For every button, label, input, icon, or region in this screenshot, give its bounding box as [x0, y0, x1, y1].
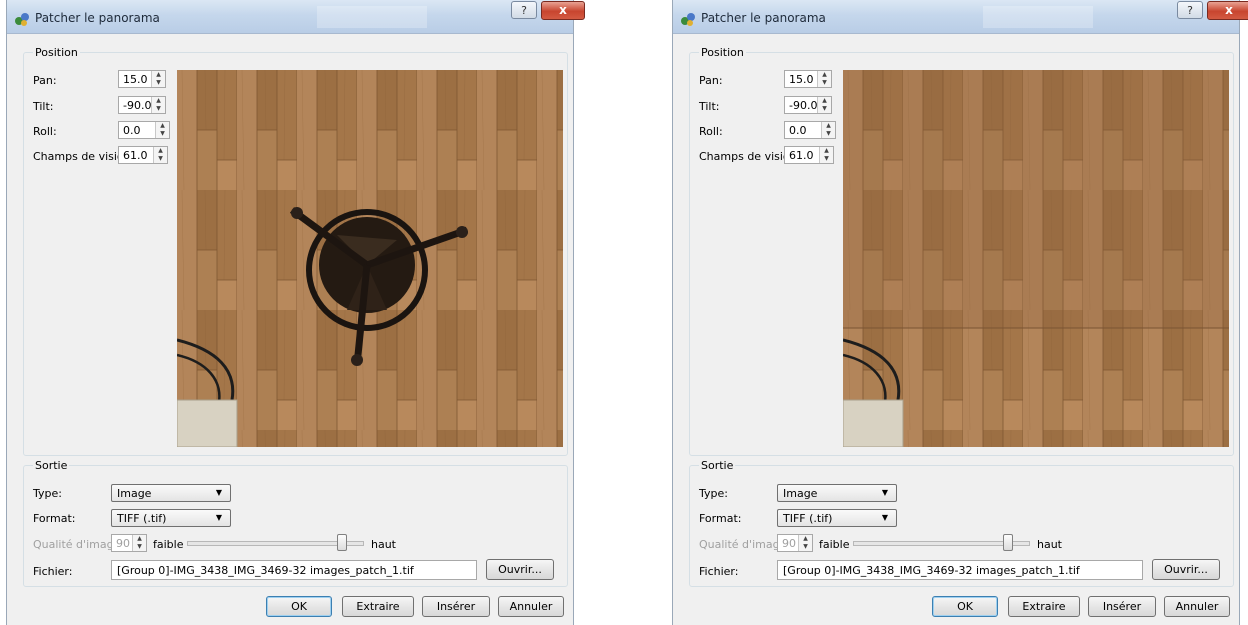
- ok-button[interactable]: OK: [266, 596, 332, 617]
- open-button[interactable]: Ouvrir...: [486, 559, 554, 580]
- app-icon: [681, 13, 695, 26]
- tilt-label: Tilt:: [33, 100, 54, 113]
- type-select[interactable]: Image ▼: [111, 484, 231, 502]
- tilt-spinbox[interactable]: -90.0 ▲ ▼: [784, 96, 832, 114]
- title-bar[interactable]: Patcher le panorama ? x: [673, 0, 1248, 34]
- help-button[interactable]: ?: [511, 1, 537, 19]
- roll-value: 0.0: [789, 124, 807, 137]
- type-label: Type:: [699, 487, 728, 500]
- quality-low-label: faible: [819, 538, 850, 551]
- spin-arrows-icon[interactable]: ▲ ▼: [155, 122, 169, 138]
- extract-button[interactable]: Extraire: [342, 596, 414, 617]
- pan-spinbox[interactable]: 15.0 ▲ ▼: [118, 70, 166, 88]
- open-button[interactable]: Ouvrir...: [1152, 559, 1220, 580]
- file-label: Fichier:: [699, 565, 739, 578]
- chevron-down-icon: ▼: [881, 488, 888, 497]
- format-label: Format:: [699, 512, 742, 525]
- spin-arrows-icon[interactable]: ▲ ▼: [151, 71, 165, 87]
- pan-label: Pan:: [33, 74, 57, 87]
- type-value: Image: [117, 487, 152, 500]
- position-group-title: Position: [699, 46, 746, 59]
- spin-arrows-icon[interactable]: ▲ ▼: [821, 122, 835, 138]
- spin-arrows-icon[interactable]: ▲ ▼: [798, 535, 812, 551]
- roll-spinbox[interactable]: 0.0 ▲ ▼: [118, 121, 170, 139]
- type-value: Image: [783, 487, 818, 500]
- file-value: [Group 0]-IMG_3438_IMG_3469-32 images_pa…: [783, 564, 1080, 577]
- type-label: Type:: [33, 487, 62, 500]
- roll-label: Roll:: [33, 125, 57, 138]
- position-group-title: Position: [33, 46, 80, 59]
- type-select[interactable]: Image ▼: [777, 484, 897, 502]
- titlebar-glass: [983, 6, 1093, 28]
- format-value: TIFF (.tif): [783, 512, 833, 525]
- quality-spinbox[interactable]: 90 ▲ ▼: [777, 534, 813, 552]
- quality-slider-thumb[interactable]: [337, 534, 347, 551]
- window-title: Patcher le panorama: [701, 11, 826, 25]
- spin-arrows-icon[interactable]: ▲ ▼: [151, 97, 165, 113]
- spin-arrows-icon[interactable]: ▲ ▼: [132, 535, 146, 551]
- preview-image[interactable]: [843, 70, 1229, 447]
- patched-floor-image: [843, 70, 1229, 447]
- quality-spinbox[interactable]: 90 ▲ ▼: [111, 534, 147, 552]
- fov-value: 61.0: [789, 149, 814, 162]
- output-group-title: Sortie: [699, 459, 736, 472]
- quality-value: 90: [116, 537, 130, 550]
- patch-dialog-left: Patcher le panorama ? x Position Pan: 15…: [6, 0, 585, 625]
- pan-value: 15.0: [789, 73, 814, 86]
- pan-value: 15.0: [123, 73, 148, 86]
- fov-spinbox[interactable]: 61.0 ▲ ▼: [118, 146, 168, 164]
- quality-slider-thumb[interactable]: [1003, 534, 1013, 551]
- extract-button[interactable]: Extraire: [1008, 596, 1080, 617]
- fov-value: 61.0: [123, 149, 148, 162]
- spin-arrows-icon[interactable]: ▲ ▼: [817, 97, 831, 113]
- pan-spinbox[interactable]: 15.0 ▲ ▼: [784, 70, 832, 88]
- format-value: TIFF (.tif): [117, 512, 167, 525]
- tripod-image: [177, 70, 563, 447]
- file-value: [Group 0]-IMG_3438_IMG_3469-32 images_pa…: [117, 564, 414, 577]
- help-button[interactable]: ?: [1177, 1, 1203, 19]
- patch-dialog-right: Patcher le panorama ? x Position Pan: 15…: [672, 0, 1248, 625]
- titlebar-glass: [317, 6, 427, 28]
- roll-label: Roll:: [699, 125, 723, 138]
- spin-arrows-icon[interactable]: ▲ ▼: [153, 147, 167, 163]
- output-group-title: Sortie: [33, 459, 70, 472]
- cancel-button[interactable]: Annuler: [1164, 596, 1230, 617]
- close-button[interactable]: x: [541, 1, 585, 20]
- insert-button[interactable]: Insérer: [422, 596, 490, 617]
- file-input[interactable]: [Group 0]-IMG_3438_IMG_3469-32 images_pa…: [111, 560, 477, 580]
- window-title: Patcher le panorama: [35, 11, 160, 25]
- format-label: Format:: [33, 512, 76, 525]
- insert-button[interactable]: Insérer: [1088, 596, 1156, 617]
- app-icon: [15, 13, 29, 26]
- tilt-label: Tilt:: [699, 100, 720, 113]
- format-select[interactable]: TIFF (.tif) ▼: [111, 509, 231, 527]
- format-select[interactable]: TIFF (.tif) ▼: [777, 509, 897, 527]
- pan-label: Pan:: [699, 74, 723, 87]
- spin-arrows-icon[interactable]: ▲ ▼: [817, 71, 831, 87]
- chevron-down-icon: ▼: [215, 488, 222, 497]
- roll-value: 0.0: [123, 124, 141, 137]
- cancel-button[interactable]: Annuler: [498, 596, 564, 617]
- tilt-spinbox[interactable]: -90.0 ▲ ▼: [118, 96, 166, 114]
- tilt-value: -90.0: [789, 99, 818, 112]
- chevron-down-icon: ▼: [881, 513, 888, 522]
- quality-value: 90: [782, 537, 796, 550]
- tilt-value: -90.0: [123, 99, 152, 112]
- quality-high-label: haut: [371, 538, 396, 551]
- chevron-down-icon: ▼: [215, 513, 222, 522]
- close-button[interactable]: x: [1207, 1, 1248, 20]
- quality-low-label: faible: [153, 538, 184, 551]
- spin-arrows-icon[interactable]: ▲ ▼: [819, 147, 833, 163]
- title-bar[interactable]: Patcher le panorama ? x: [7, 0, 585, 34]
- ok-button[interactable]: OK: [932, 596, 998, 617]
- file-input[interactable]: [Group 0]-IMG_3438_IMG_3469-32 images_pa…: [777, 560, 1143, 580]
- quality-high-label: haut: [1037, 538, 1062, 551]
- roll-spinbox[interactable]: 0.0 ▲ ▼: [784, 121, 836, 139]
- fov-spinbox[interactable]: 61.0 ▲ ▼: [784, 146, 834, 164]
- preview-image[interactable]: [177, 70, 563, 447]
- file-label: Fichier:: [33, 565, 73, 578]
